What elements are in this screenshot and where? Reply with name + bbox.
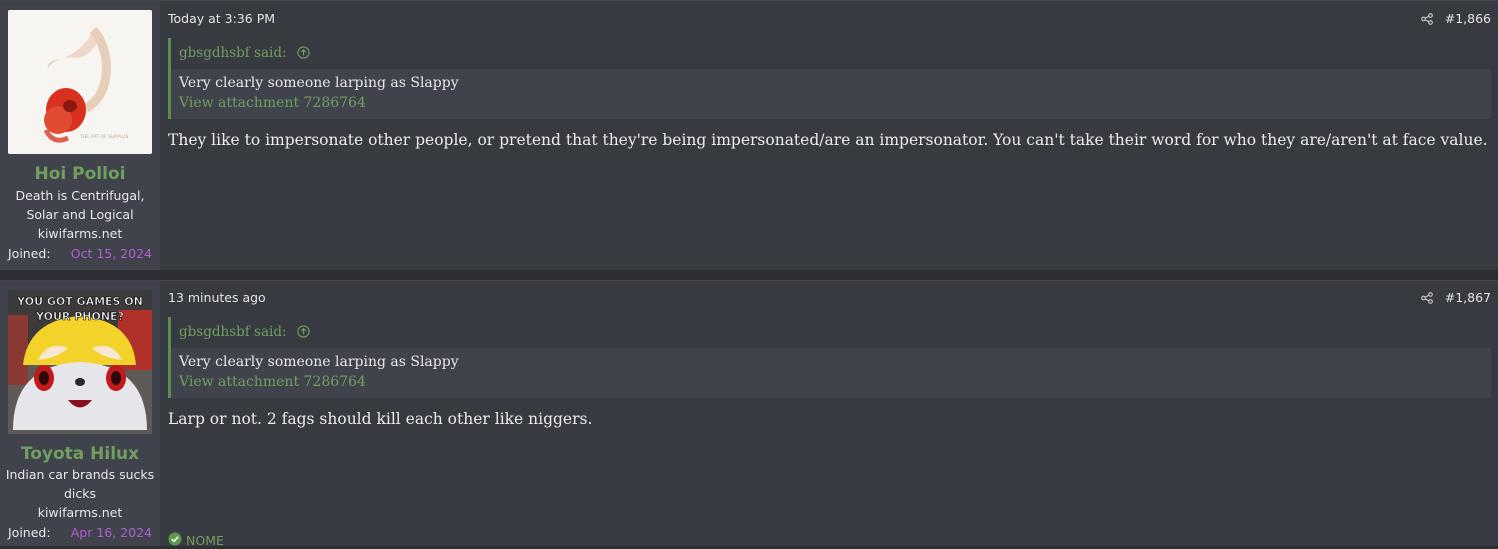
avatar-image: YOU GOT GAMES ON YOUR PHONE? bbox=[8, 290, 152, 434]
joined-label: Joined: bbox=[8, 525, 51, 540]
post-time[interactable]: Today at 3:36 PM bbox=[168, 11, 275, 26]
avatar-caption-line1: YOU GOT GAMES ON bbox=[16, 295, 143, 308]
quote-block: gbsgdhsbf said: Very clearly someone lar… bbox=[168, 38, 1491, 119]
check-icon bbox=[168, 532, 182, 549]
post-time[interactable]: 13 minutes ago bbox=[168, 290, 266, 305]
reaction-summary[interactable]: NOME bbox=[168, 532, 224, 549]
post-meta: #1,867 bbox=[1420, 290, 1491, 305]
post-number[interactable]: #1,866 bbox=[1445, 11, 1491, 26]
avatar-caption-line2: YOUR PHONE? bbox=[35, 310, 124, 323]
quote-author[interactable]: gbsgdhsbf said: bbox=[179, 324, 287, 340]
attachment-link[interactable]: View attachment 7286764 bbox=[179, 95, 366, 111]
user-site: kiwifarms.net bbox=[37, 505, 123, 520]
quote-text: Very clearly someone larping as Slappy bbox=[179, 354, 459, 370]
username[interactable]: Toyota Hilux bbox=[0, 444, 160, 464]
jump-up-icon[interactable] bbox=[297, 319, 310, 349]
post-body: Larp or not. 2 fags should kill each oth… bbox=[168, 410, 593, 428]
quote-header: gbsgdhsbf said: bbox=[171, 317, 1491, 348]
joined-date: Apr 16, 2024 bbox=[70, 525, 152, 540]
avatar-image: THE ART OF SURPLUS bbox=[8, 10, 152, 154]
quote-author[interactable]: gbsgdhsbf said: bbox=[179, 45, 287, 61]
user-site: kiwifarms.net bbox=[37, 226, 123, 241]
user-sidebar: YOU GOT GAMES ON YOUR PHONE? Toyota Hilu… bbox=[0, 281, 160, 546]
joined-date: Oct 15, 2024 bbox=[70, 246, 152, 261]
post-meta: #1,866 bbox=[1420, 11, 1491, 26]
post: YOU GOT GAMES ON YOUR PHONE? Toyota Hilu… bbox=[0, 280, 1498, 549]
username[interactable]: Hoi Polloi bbox=[0, 164, 160, 184]
jump-up-icon[interactable] bbox=[297, 40, 310, 70]
joined-label: Joined: bbox=[8, 246, 51, 261]
quote-text: Very clearly someone larping as Slappy bbox=[179, 75, 459, 91]
user-sidebar: THE ART OF SURPLUS Hoi Polloi Death is C… bbox=[0, 1, 160, 270]
avatar[interactable]: THE ART OF SURPLUS bbox=[8, 10, 152, 154]
post-body: They like to impersonate other people, o… bbox=[168, 131, 1488, 149]
reaction-label: NOME bbox=[186, 533, 224, 548]
quote-header: gbsgdhsbf said: bbox=[171, 38, 1491, 69]
user-title: Death is Centrifugal, Solar and Logical bbox=[15, 188, 145, 222]
share-icon[interactable] bbox=[1420, 12, 1433, 25]
share-icon[interactable] bbox=[1420, 291, 1433, 304]
post-number[interactable]: #1,867 bbox=[1445, 290, 1491, 305]
user-title: Indian car brands sucks dicks bbox=[5, 467, 155, 501]
avatar[interactable]: YOU GOT GAMES ON YOUR PHONE? bbox=[8, 290, 152, 434]
attachment-link[interactable]: View attachment 7286764 bbox=[179, 374, 366, 390]
avatar-caption: THE ART OF SURPLUS bbox=[79, 134, 129, 140]
quote-block: gbsgdhsbf said: Very clearly someone lar… bbox=[168, 317, 1491, 398]
post: THE ART OF SURPLUS Hoi Polloi Death is C… bbox=[0, 0, 1498, 270]
